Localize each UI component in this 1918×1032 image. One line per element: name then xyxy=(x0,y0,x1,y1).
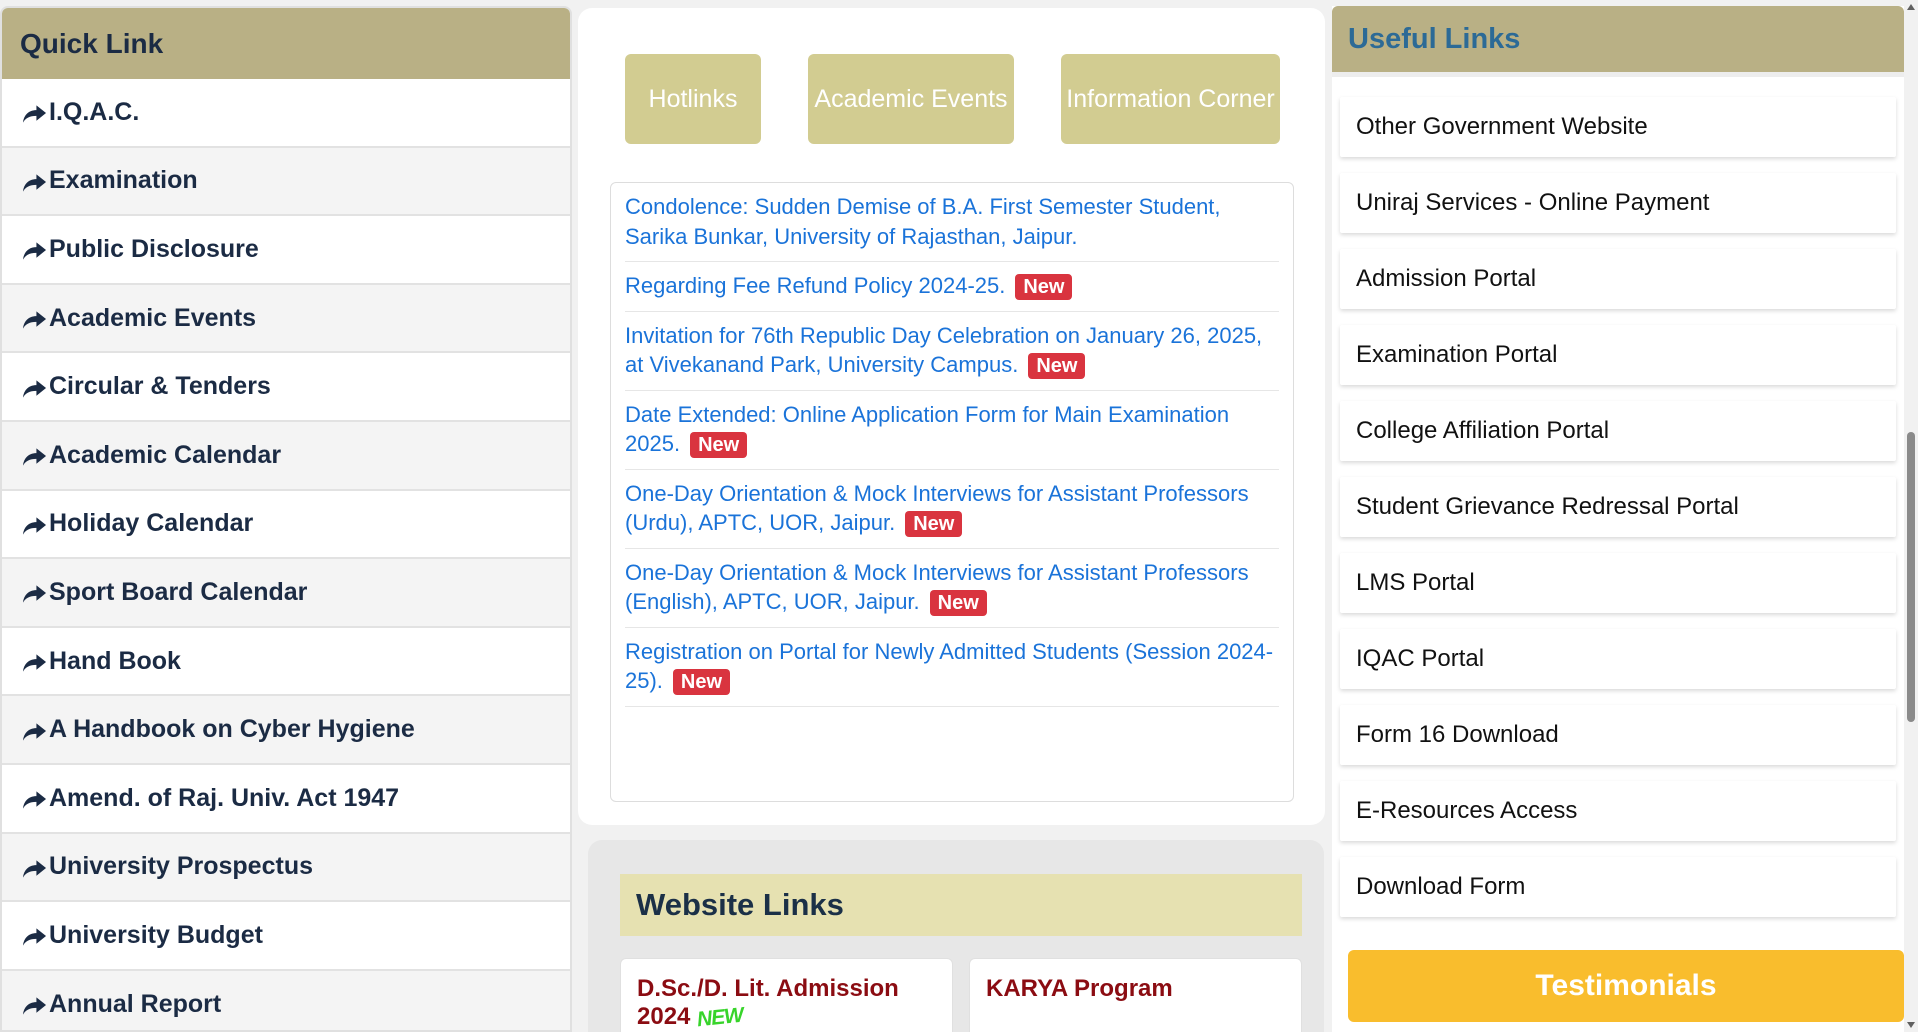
quick-link-item[interactable]: Public Disclosure xyxy=(2,216,570,285)
website-links-panel: Website Links D.Sc./D. Lit. Admission 20… xyxy=(588,840,1324,1032)
useful-link-item[interactable]: LMS Portal xyxy=(1340,553,1896,613)
news-item: Registration on Portal for Newly Admitte… xyxy=(625,628,1279,707)
news-list: Condolence: Sudden Demise of B.A. First … xyxy=(610,182,1294,802)
useful-links-list: Other Government Website Uniraj Services … xyxy=(1332,77,1904,917)
share-arrow-icon xyxy=(22,720,47,741)
website-link-card[interactable]: KARYA Program xyxy=(969,958,1302,1032)
tab-hotlinks[interactable]: Hotlinks xyxy=(625,54,761,144)
new-badge: New xyxy=(1028,353,1086,380)
share-arrow-icon xyxy=(22,925,47,947)
new-gif-badge: NEW xyxy=(695,1003,745,1032)
quick-link-list: I.Q.A.C. Examination Public Disclosure Acad… xyxy=(2,79,570,1030)
quick-link-item[interactable]: University Budget xyxy=(2,902,570,971)
quick-link-label: Holiday Calendar xyxy=(49,509,254,538)
quick-link-item[interactable]: Hand Book xyxy=(2,628,570,697)
share-arrow-icon xyxy=(22,445,47,466)
scroll-thumb[interactable] xyxy=(1907,432,1915,722)
scroll-down-arrow-icon[interactable] xyxy=(1907,1022,1915,1028)
quick-link-label: Sport Board Calendar xyxy=(49,577,308,606)
share-arrow-icon xyxy=(22,582,47,604)
quick-link-label: Circular & Tenders xyxy=(49,372,271,401)
quick-link-label: University Prospectus xyxy=(49,852,313,881)
news-tabs: Hotlinks Academic Events Information Cor… xyxy=(578,54,1325,144)
share-arrow-icon xyxy=(22,857,47,878)
news-panel: Hotlinks Academic Events Information Cor… xyxy=(578,8,1325,825)
quick-link-item[interactable]: University Prospectus xyxy=(2,833,570,903)
useful-link-item[interactable]: Form 16 Download xyxy=(1340,705,1896,765)
useful-link-item[interactable]: Examination Portal xyxy=(1340,325,1896,385)
quick-link-panel: Quick Link I.Q.A.C. Examination Public Dis… xyxy=(0,6,572,1032)
website-link-card-title: KARYA Program xyxy=(986,975,1173,1002)
useful-link-item[interactable]: Download Form xyxy=(1340,857,1896,917)
quick-link-label: Academic Calendar xyxy=(49,440,282,469)
quick-link-title: Quick Link xyxy=(2,8,570,79)
quick-link-item[interactable]: Examination xyxy=(2,147,570,217)
tab-academic-events[interactable]: Academic Events xyxy=(808,54,1014,144)
quick-link-label: Examination xyxy=(49,166,198,195)
share-arrow-icon xyxy=(22,514,47,535)
new-badge: New xyxy=(929,590,987,617)
quick-link-item[interactable]: A Handbook on Cyber Hygiene xyxy=(2,696,570,765)
share-arrow-icon xyxy=(22,171,47,192)
share-arrow-icon xyxy=(22,377,47,398)
quick-link-item[interactable]: I.Q.A.C. xyxy=(2,79,570,148)
new-badge: New xyxy=(672,669,731,696)
news-item: Condolence: Sudden Demise of B.A. First … xyxy=(625,183,1279,262)
news-item: Date Extended: Online Application Form f… xyxy=(625,391,1279,470)
quick-link-item[interactable]: Amend. of Raj. Univ. Act 1947 xyxy=(2,765,570,834)
useful-link-item[interactable]: Other Government Website xyxy=(1340,97,1896,157)
news-item: One-Day Orientation & Mock Interviews fo… xyxy=(625,470,1279,549)
quick-link-label: Public Disclosure xyxy=(49,234,259,263)
website-links-title: Website Links xyxy=(620,874,1302,936)
news-item: One-Day Orientation & Mock Interviews fo… xyxy=(625,549,1279,628)
quick-link-item[interactable]: Academic Calendar xyxy=(2,421,570,491)
quick-link-item[interactable]: Annual Report xyxy=(2,970,570,1030)
quick-link-item[interactable]: Circular & Tenders xyxy=(2,353,570,422)
useful-link-item[interactable]: IQAC Portal xyxy=(1340,629,1896,689)
quick-link-label: A Handbook on Cyber Hygiene xyxy=(49,715,415,744)
testimonials-button[interactable]: Testimonials xyxy=(1348,950,1904,1022)
page-scrollbar[interactable] xyxy=(1904,0,1918,1032)
new-badge: New xyxy=(905,511,963,538)
scroll-up-arrow-icon[interactable] xyxy=(1907,4,1915,10)
website-link-card[interactable]: D.Sc./D. Lit. Admission 2024 NEW xyxy=(620,958,953,1032)
quick-link-label: Hand Book xyxy=(49,646,181,675)
news-link[interactable]: Condolence: Sudden Demise of B.A. First … xyxy=(625,194,1221,249)
quick-link-label: I.Q.A.C. xyxy=(49,97,140,126)
useful-links-title: Useful Links xyxy=(1332,6,1904,72)
useful-link-item[interactable]: E-Resources Access xyxy=(1340,781,1896,841)
share-arrow-icon xyxy=(22,102,47,123)
useful-link-item[interactable]: Uniraj Services - Online Payment xyxy=(1340,173,1896,233)
new-badge: New xyxy=(690,432,748,459)
useful-link-item[interactable]: Student Grievance Redressal Portal xyxy=(1340,477,1896,537)
quick-link-label: University Budget xyxy=(49,920,263,949)
share-arrow-icon xyxy=(22,239,47,261)
share-arrow-icon xyxy=(22,994,47,1015)
news-link[interactable]: Regarding Fee Refund Policy 2024-25. xyxy=(625,273,1005,298)
quick-link-label: Academic Events xyxy=(49,303,257,332)
quick-link-label: Annual Report xyxy=(49,989,222,1018)
page: Quick Link I.Q.A.C. Examination Public Dis… xyxy=(0,0,1918,1032)
useful-links-panel: Useful Links Other Government Website Uni… xyxy=(1332,6,1904,1032)
website-link-card-title: D.Sc./D. Lit. Admission 2024 xyxy=(637,975,899,1030)
useful-link-item[interactable]: College Affiliation Portal xyxy=(1340,401,1896,461)
quick-link-item[interactable]: Sport Board Calendar xyxy=(2,559,570,628)
share-arrow-icon xyxy=(22,788,47,809)
news-link[interactable]: Invitation for 76th Republic Day Celebra… xyxy=(625,323,1262,378)
share-arrow-icon xyxy=(22,308,47,329)
share-arrow-icon xyxy=(22,651,47,672)
tab-information-corner[interactable]: Information Corner xyxy=(1061,54,1280,144)
quick-link-item[interactable]: Holiday Calendar xyxy=(2,491,570,560)
new-badge: New xyxy=(1015,274,1073,301)
quick-link-label: Amend. of Raj. Univ. Act 1947 xyxy=(49,783,400,812)
useful-link-item[interactable]: Admission Portal xyxy=(1340,249,1896,309)
quick-link-item[interactable]: Academic Events xyxy=(2,284,570,354)
news-item: Regarding Fee Refund Policy 2024-25. New xyxy=(625,262,1279,312)
news-item: Invitation for 76th Republic Day Celebra… xyxy=(625,312,1279,391)
